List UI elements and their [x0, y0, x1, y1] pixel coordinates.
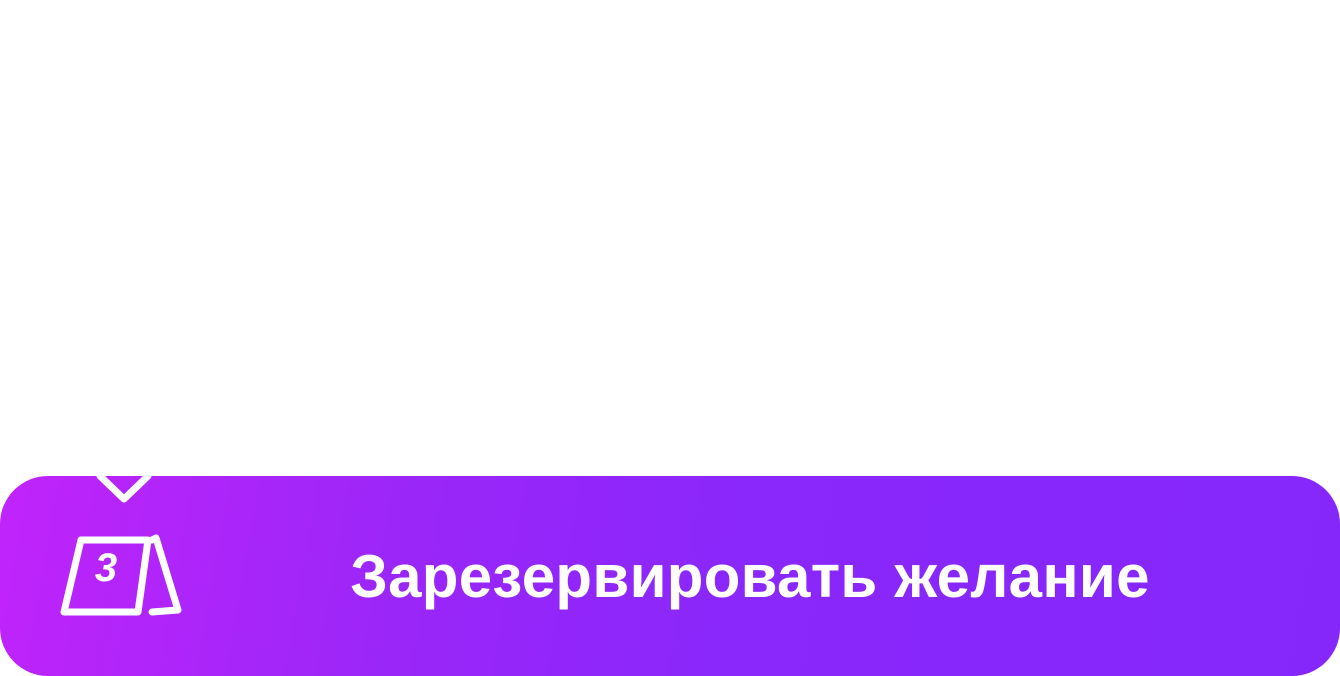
page: 3 Зарезервировать желание	[0, 0, 1340, 676]
reserve-wish-label: Зарезервировать желание	[350, 542, 1150, 610]
reserve-wish-button[interactable]: 3 Зарезервировать желание	[0, 476, 1340, 676]
step-number: 3	[94, 546, 118, 590]
tent-card-icon: 3	[56, 476, 186, 676]
